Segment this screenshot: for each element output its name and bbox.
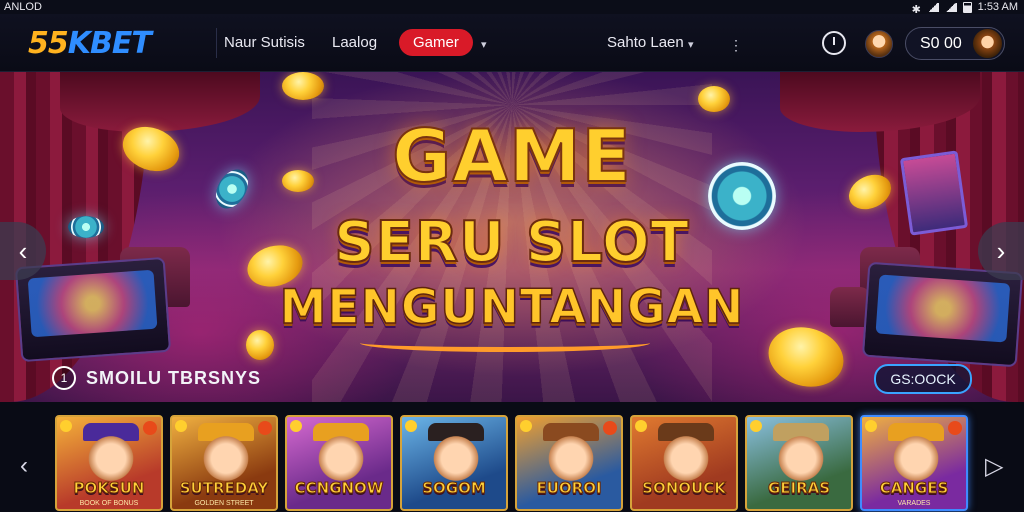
game-badge-icon xyxy=(405,420,417,432)
game-title: CCNGNOW xyxy=(294,479,384,498)
game-card[interactable]: SOGOM xyxy=(400,415,508,511)
game-badge-icon xyxy=(290,420,302,432)
game-card[interactable]: SUTREDAY GOLDEN STREET xyxy=(170,415,278,511)
hot-badge-icon xyxy=(948,421,962,435)
language-selector[interactable]: Sahto Laen xyxy=(607,34,684,51)
language-chevron-icon: ▾ xyxy=(688,39,694,51)
game-subtitle: GOLDEN STREET xyxy=(194,500,254,507)
game-subtitle: VARADES xyxy=(897,500,931,507)
character-face xyxy=(432,431,480,481)
balance-button[interactable]: S0 00 xyxy=(905,27,1005,60)
nav-link-1[interactable]: Naur Sutisis xyxy=(224,34,305,51)
hero-title-line1: GAME xyxy=(391,113,632,199)
game-carousel: ‹ POKSUN BOOK OF BONUS SUTREDAY GOLDEN STRE… xyxy=(0,402,1024,512)
hero-title-line2: SERU SLOT xyxy=(333,209,690,276)
clock-time: 1:53 AM xyxy=(977,1,1018,13)
carrier-label: ANLOD xyxy=(4,1,42,13)
profile-avatar-icon[interactable] xyxy=(973,29,1002,58)
caption-info-icon: 1 xyxy=(52,366,76,390)
game-card[interactable]: GEIRAS xyxy=(745,415,853,511)
hot-badge-icon xyxy=(258,421,272,435)
logo-text: KBET xyxy=(67,26,152,61)
game-title: SUTREDAY xyxy=(179,479,269,498)
logo-number: 55 xyxy=(28,26,69,61)
game-badge-icon xyxy=(175,420,187,432)
character-face xyxy=(547,431,595,481)
nav-divider xyxy=(216,28,217,58)
hero-caption: 1 SMOILU TBRSNYS xyxy=(52,366,261,390)
game-card[interactable]: CANGES VARADES xyxy=(860,415,968,511)
character-face xyxy=(662,431,710,481)
site-logo[interactable]: 55KBET xyxy=(28,26,152,61)
game-card[interactable]: EUOROI xyxy=(515,415,623,511)
balance-amount: S0 00 xyxy=(920,35,962,52)
character-face xyxy=(317,431,365,481)
game-badge-icon xyxy=(750,420,762,432)
game-title: POKSUN xyxy=(73,479,145,498)
game-title: SONOUCK xyxy=(642,479,727,498)
game-badge-icon xyxy=(865,420,877,432)
game-badge-icon xyxy=(60,420,72,432)
game-badge-icon xyxy=(520,420,532,432)
signal-icon xyxy=(944,2,957,12)
game-title: SOGOM xyxy=(422,479,487,498)
bluetooth-icon: ✱ xyxy=(911,3,921,16)
game-card[interactable]: CCNGNOW xyxy=(285,415,393,511)
hot-badge-icon xyxy=(603,421,617,435)
clock-icon[interactable] xyxy=(822,31,846,55)
user-avatar-icon[interactable] xyxy=(865,30,893,58)
nav-games-pill[interactable]: Gamer xyxy=(399,29,473,56)
chevron-down-icon[interactable]: ▾ xyxy=(481,38,487,51)
character-face xyxy=(87,431,135,481)
game-cards: POKSUN BOOK OF BONUS SUTREDAY GOLDEN STREET… xyxy=(55,415,968,511)
gold-coin xyxy=(282,72,324,100)
more-menu-icon[interactable]: ⋮ xyxy=(729,37,743,54)
wifi-icon xyxy=(926,2,939,12)
game-card[interactable]: SONOUCK xyxy=(630,415,738,511)
character-face xyxy=(777,431,825,481)
nav-link-2[interactable]: Laalog xyxy=(332,34,377,51)
hero-cta-button[interactable]: GS:OOCK xyxy=(874,364,972,394)
game-subtitle: BOOK OF BONUS xyxy=(79,500,139,507)
carousel-prev-icon[interactable]: ‹ xyxy=(20,452,28,480)
game-title: CANGES xyxy=(879,479,949,498)
game-title: EUOROI xyxy=(536,479,602,498)
character-face xyxy=(892,431,940,481)
hero-title-line3: MENGUNTANGAN xyxy=(279,279,745,336)
hot-badge-icon xyxy=(143,421,157,435)
character-face xyxy=(202,431,250,481)
battery-icon xyxy=(962,1,972,13)
game-badge-icon xyxy=(635,420,647,432)
caption-text: SMOILU TBRSNYS xyxy=(86,367,262,388)
game-card[interactable]: POKSUN BOOK OF BONUS xyxy=(55,415,163,511)
hero-banner[interactable]: GAME SERU SLOT MENGUNTANGAN ‹ › 1 SMOILU… xyxy=(0,72,1024,402)
title-swoosh xyxy=(360,334,650,352)
status-bar: ANLOD ✱ 1:53 AM xyxy=(0,0,1024,16)
game-title: GEIRAS xyxy=(767,479,831,498)
gold-coin xyxy=(698,86,730,112)
top-nav: 55KBET Naur Sutisis Laalog Gamer ▾ Sahto… xyxy=(0,14,1024,72)
carousel-next-icon[interactable]: ▷ xyxy=(985,452,1003,481)
